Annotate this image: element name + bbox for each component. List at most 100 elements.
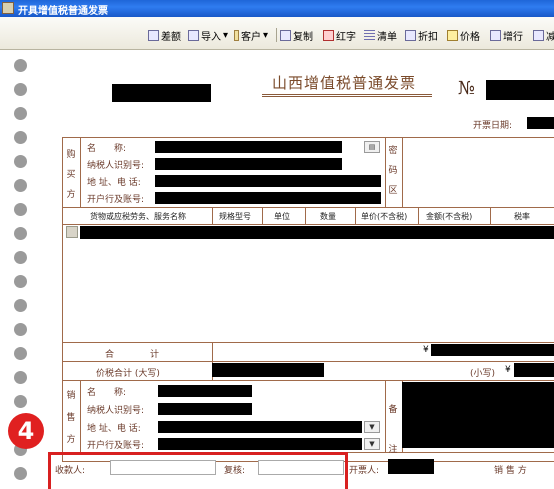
buyer-taxid-label: 纳税人识别号: [87,161,145,171]
grid-line [305,207,306,224]
chevron-down-icon[interactable]: ▼ [364,438,380,450]
toolbar-separator [276,28,277,42]
grid-line [62,380,554,381]
hole-icon [14,347,27,360]
buyer-bank-field[interactable] [155,192,381,204]
grid-line [80,137,81,207]
hole-icon [14,155,27,168]
grid-line [62,207,554,208]
hole-icon [14,323,27,336]
seller-taxid-field[interactable] [158,403,252,415]
hole-icon [14,203,27,216]
price-icon [447,29,458,41]
buyer-taxid-field[interactable] [155,158,342,170]
title-bar: 开具增值税普通发票 [0,0,554,17]
chevron-down-icon: ▾ [263,29,269,41]
difference-icon [148,29,159,41]
red-letter-button[interactable]: 红字 [323,27,356,43]
buyer-char: 方 [66,190,76,200]
grid-line [355,207,356,224]
grid-line [80,380,81,452]
copy-button[interactable]: 复制 [280,27,313,43]
list-icon [364,29,375,41]
grid-line [418,207,419,224]
issue-date-redacted [527,117,554,129]
grid-line [212,207,213,224]
copy-icon [280,29,291,41]
chevron-down-icon[interactable]: ▼ [364,421,380,433]
highlight-box [48,452,348,489]
seller-char: 销 [66,391,76,401]
seller-name-label: 名 称: [87,388,127,398]
difference-button[interactable]: 差额 [148,27,181,43]
hole-icon [14,467,27,480]
grid-line [385,137,386,207]
customer-button[interactable]: 客户 ▾ [234,27,268,43]
grid-line [62,342,554,343]
row-selector[interactable] [66,226,78,238]
seller-bank-label: 开户行及账号: [87,441,145,451]
col-header-amount: 金额(不含税) [426,212,473,221]
issuer-label: 开票人: [349,466,380,476]
import-icon [188,29,199,41]
seller-bank-field[interactable] [158,438,362,450]
step-number-badge: 4 [8,413,44,449]
invoice-number-redacted [486,80,554,100]
grid-line [62,224,554,225]
cipher-char: 码 [388,166,398,176]
seller-footer-label: 销 售 方 [494,466,527,476]
cipher-char: 密 [388,146,398,156]
col-header-spec: 规格型号 [219,212,251,221]
toolbar: 差额 导入 ▾ 客户 ▾ 复制 红字 清单 折扣 价格 增行 减 [0,17,554,50]
hole-icon [14,395,27,408]
app-icon [2,2,14,14]
total-label: 合 计 [105,350,160,360]
col-header-goods: 货物或应税劳务、服务名称 [90,212,186,221]
cipher-area-label: 密 码 区 [387,141,399,201]
grand-total-label: 价税合计 (大写) [96,369,160,379]
remove-row-button[interactable]: 减 [533,27,554,43]
window-title: 开具增值税普通发票 [18,6,108,17]
seller-taxid-label: 纳税人识别号: [87,406,145,416]
hole-icon [14,251,27,264]
buyer-name-label: 名 称: [87,144,127,154]
price-button[interactable]: 价格 [447,27,480,43]
list-button[interactable]: 清单 [364,27,397,43]
grand-total-figure-redacted [514,363,554,377]
seller-char: 售 [66,413,76,423]
table-row[interactable] [80,226,554,239]
col-header-quantity: 数量 [320,212,336,221]
buyer-name-field[interactable] [155,141,342,153]
remarks-field[interactable] [402,382,554,448]
buyer-address-field[interactable] [155,175,381,187]
buyer-address-label: 地 址、电 话: [87,178,141,188]
customer-icon [234,29,239,41]
title-underline [262,94,432,97]
col-header-tax-rate: 税率 [514,212,530,221]
import-button[interactable]: 导入 ▾ [188,27,228,43]
hole-icon [14,227,27,240]
hole-icon [14,83,27,96]
total-amount-redacted [431,344,554,356]
invoice-number-label: № [458,78,476,99]
hole-icon [14,107,27,120]
seller-address-field[interactable] [158,421,362,433]
total-currency: ¥ [423,345,429,355]
buyer-bank-label: 开户行及账号: [87,195,145,205]
seller-name-field[interactable] [158,385,252,397]
remarks-label: 备 注 [387,390,399,470]
buyer-lookup-button[interactable]: ▤ [364,141,380,153]
grid-line [262,207,263,224]
remark-char: 备 [388,405,398,415]
small-amount-label: (小写) [470,369,496,379]
add-row-button[interactable]: 增行 [490,27,523,43]
seller-side-label: 销 售 方 [65,385,77,451]
grid-line [62,361,554,362]
small-currency: ¥ [505,365,511,375]
buyer-side-label: 购 买 方 [65,145,77,205]
issuer-name-redacted [388,459,434,474]
issue-date-label: 开票日期: [473,121,513,131]
discount-button[interactable]: 折扣 [405,27,438,43]
grand-total-words-redacted [212,363,324,377]
cipher-char: 区 [388,186,398,196]
